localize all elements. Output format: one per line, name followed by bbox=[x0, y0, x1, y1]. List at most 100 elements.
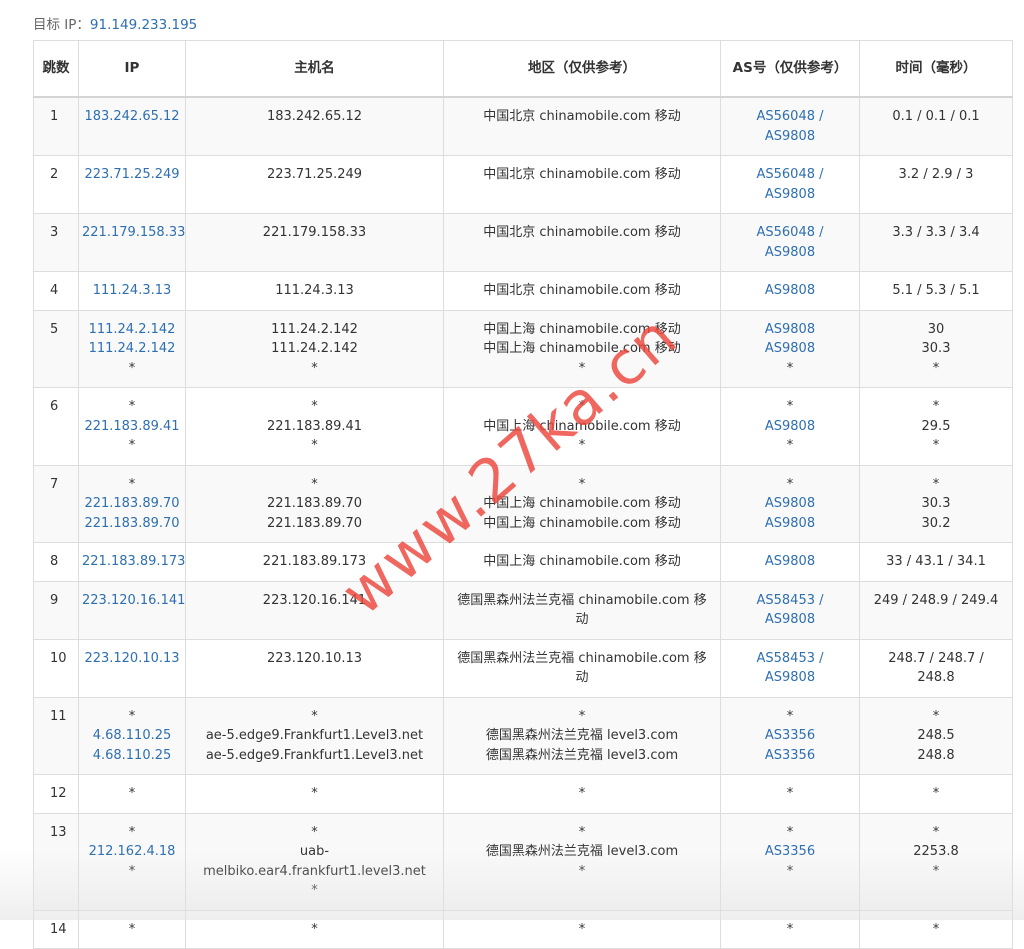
hop-number: 7 bbox=[33, 464, 79, 543]
region-text: 中国北京 chinamobile.com 移动 bbox=[483, 167, 681, 182]
as-link[interactable]: AS3356 bbox=[724, 746, 856, 766]
as-text: * bbox=[786, 786, 794, 801]
cell-as: AS9808 AS9808 * bbox=[720, 309, 860, 388]
header-hop: 跳数 bbox=[33, 40, 79, 98]
region-text: 中国上海 chinamobile.com 移动 bbox=[483, 554, 681, 569]
as-text: * bbox=[786, 360, 794, 376]
table-row: 7 * 221.183.89.70 221.183.89.70 * 221.183.89.… bbox=[33, 464, 1013, 543]
region-text: 德国黑森州法兰克福 chinamobile.com 移 bbox=[457, 592, 707, 608]
host-text: 111.24.2.142 bbox=[271, 341, 358, 356]
ip-link[interactable]: 111.24.2.142 bbox=[82, 339, 182, 359]
cell-time: * bbox=[859, 909, 1013, 949]
as-link[interactable]: AS9808 bbox=[724, 339, 856, 359]
ip-link[interactable]: 4.68.110.25 bbox=[82, 746, 182, 766]
region-text: 动 bbox=[575, 670, 589, 685]
as-link[interactable]: AS58453 / bbox=[724, 591, 856, 611]
region-text: 德国黑森州法兰克福 level3.com bbox=[485, 844, 679, 859]
as-text: * bbox=[786, 708, 794, 724]
host-text: 223.120.10.13 bbox=[266, 650, 363, 666]
as-link[interactable]: AS9808 bbox=[724, 185, 856, 205]
as-link[interactable]: AS9808 bbox=[724, 494, 856, 514]
time-text: 0.1 / 0.1 / 0.1 bbox=[892, 109, 980, 124]
time-text: 249 / 248.9 / 249.4 bbox=[873, 592, 999, 608]
host-text: * bbox=[311, 883, 318, 898]
ip-link[interactable]: 221.183.89.70 bbox=[82, 514, 182, 534]
as-link[interactable]: AS3356 bbox=[724, 726, 856, 746]
as-link[interactable]: AS56048 / bbox=[724, 107, 856, 127]
cell-host: 221.179.158.33 bbox=[185, 213, 444, 272]
ip-link[interactable]: 111.24.3.13 bbox=[82, 281, 182, 301]
cell-as: * AS9808 * bbox=[720, 387, 860, 466]
cell-region: 中国北京 chinamobile.com 移动 bbox=[443, 96, 721, 156]
cell-time: * 30.3 30.2 bbox=[859, 464, 1013, 543]
ip-text: * bbox=[128, 438, 136, 453]
host-text: ae-5.edge9.Frankfurt1.Level3.net bbox=[205, 747, 424, 763]
cell-host: 111.24.3.13 bbox=[185, 271, 444, 311]
time-text: * bbox=[932, 824, 940, 840]
as-link[interactable]: AS9808 bbox=[724, 320, 856, 340]
cell-region: 中国北京 chinamobile.com 移动 bbox=[443, 213, 721, 272]
as-link[interactable]: AS9808 bbox=[724, 610, 856, 630]
host-text: * bbox=[311, 708, 318, 724]
region-text: 中国北京 chinamobile.com 移动 bbox=[483, 225, 681, 240]
cell-as: * bbox=[720, 774, 860, 814]
as-link[interactable]: AS9808 bbox=[724, 417, 856, 437]
host-text: 221.183.89.70 bbox=[266, 496, 363, 511]
as-link[interactable]: AS56048 / bbox=[724, 165, 856, 185]
cell-ip: * 221.183.89.41 * bbox=[78, 387, 186, 466]
hop-number: 1 bbox=[33, 96, 79, 156]
time-text: 30.3 bbox=[921, 341, 951, 356]
ip-link[interactable]: 183.242.65.12 bbox=[82, 107, 182, 127]
time-text: 30 bbox=[927, 321, 945, 337]
hop-number: 11 bbox=[33, 696, 79, 775]
ip-link[interactable]: 221.183.89.41 bbox=[82, 417, 182, 437]
as-link[interactable]: AS9808 bbox=[724, 552, 856, 572]
as-link[interactable]: AS58453 / bbox=[724, 649, 856, 669]
ip-link[interactable]: 221.183.89.173 bbox=[82, 552, 185, 572]
as-link[interactable]: AS9808 bbox=[724, 243, 856, 263]
table-row: 6 * 221.183.89.41 * * 221.183.89.41 * * 中国上海 chi… bbox=[33, 387, 1013, 466]
as-link[interactable]: AS9808 bbox=[724, 281, 856, 301]
header-ip: IP bbox=[78, 40, 186, 98]
host-text: melbiko.ear4.frankfurt1.level3.net bbox=[203, 863, 426, 879]
cell-region: * bbox=[443, 774, 721, 814]
ip-text: * bbox=[128, 360, 136, 376]
as-link[interactable]: AS9808 bbox=[724, 668, 856, 688]
ip-link[interactable]: 4.68.110.25 bbox=[82, 726, 182, 746]
cell-time: * 2253.8 * bbox=[859, 812, 1013, 911]
as-link[interactable]: AS3356 bbox=[724, 842, 856, 862]
ip-link[interactable]: 212.162.4.18 bbox=[82, 842, 182, 862]
ip-link[interactable]: 221.183.89.70 bbox=[82, 494, 182, 514]
ip-link[interactable]: 223.71.25.249 bbox=[82, 165, 182, 185]
cell-as: AS58453 /AS9808 bbox=[720, 580, 860, 640]
ip-link[interactable]: 223.120.10.13 bbox=[82, 649, 182, 669]
ip-link[interactable]: 221.179.158.33 bbox=[82, 223, 185, 243]
cell-as: * AS9808 AS9808 bbox=[720, 464, 860, 543]
hop-number: 3 bbox=[33, 213, 79, 272]
time-text: * bbox=[932, 399, 940, 414]
region-text: * bbox=[578, 921, 586, 937]
ip-text: * bbox=[128, 399, 136, 414]
header-region: 地区（仅供参考） bbox=[443, 40, 721, 98]
host-text: 111.24.3.13 bbox=[275, 283, 354, 298]
cell-ip: * bbox=[78, 774, 186, 814]
time-text: * bbox=[932, 863, 940, 879]
cell-region: 德国黑森州法兰克福 chinamobile.com 移动 bbox=[443, 638, 721, 698]
cell-ip: 223.71.25.249 bbox=[78, 155, 186, 214]
table-row: 9 223.120.16.141 223.120.16.141 德国黑森州法兰克福 c… bbox=[33, 580, 1013, 640]
cell-as: AS58453 /AS9808 bbox=[720, 638, 860, 698]
cell-region: 中国北京 chinamobile.com 移动 bbox=[443, 271, 721, 311]
ip-link[interactable]: 111.24.2.142 bbox=[82, 320, 182, 340]
table-row: 5 111.24.2.142 111.24.2.142 * 111.24.2.142 11… bbox=[33, 309, 1013, 388]
as-link[interactable]: AS56048 / bbox=[724, 223, 856, 243]
host-text: * bbox=[311, 921, 318, 937]
cell-time: 5.1 / 5.3 / 5.1 bbox=[859, 271, 1013, 311]
time-text: 29.5 bbox=[921, 418, 951, 434]
as-link[interactable]: AS9808 bbox=[724, 514, 856, 534]
ip-link[interactable]: 223.120.16.141 bbox=[82, 591, 185, 611]
as-link[interactable]: AS9808 bbox=[724, 127, 856, 147]
cell-as: AS9808 bbox=[720, 542, 860, 582]
time-text: 3.3 / 3.3 / 3.4 bbox=[892, 225, 980, 240]
time-text: 248.8 bbox=[917, 747, 955, 763]
cell-ip: 111.24.3.13 bbox=[78, 271, 186, 311]
